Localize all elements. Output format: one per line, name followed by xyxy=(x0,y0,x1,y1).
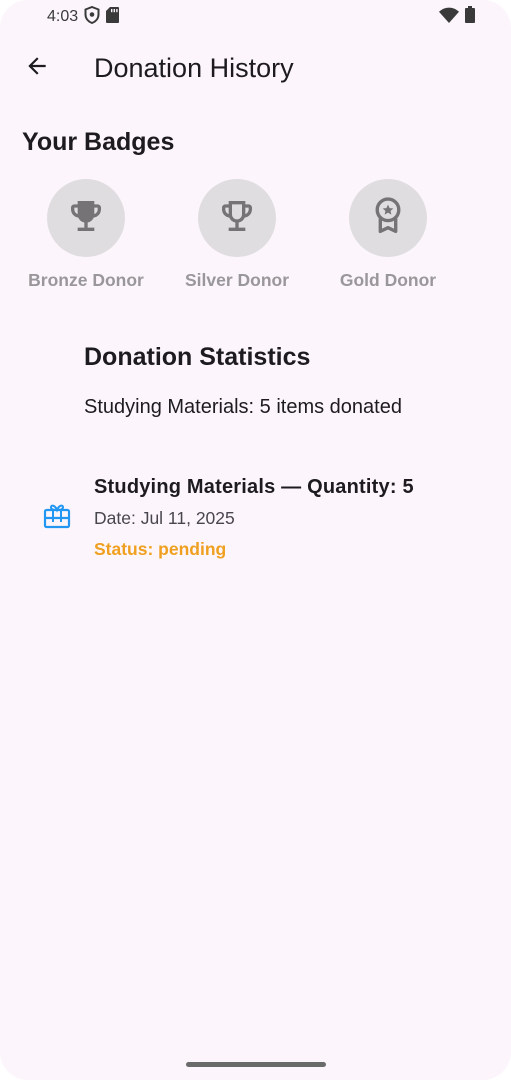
trophy-outline-icon xyxy=(217,196,257,241)
stats-line: Studying Materials: 5 items donated xyxy=(84,396,402,418)
arrow-back-icon xyxy=(24,53,50,84)
donation-status: Status: pending xyxy=(94,539,227,559)
stats-section-title: Donation Statistics xyxy=(84,343,311,371)
page-title: Donation History xyxy=(94,52,294,83)
trophy-icon xyxy=(66,196,106,241)
badge-gold-donor[interactable]: Gold Donor xyxy=(313,179,463,291)
badge-silver-donor[interactable]: Silver Donor xyxy=(162,179,312,291)
battery-icon xyxy=(465,6,475,28)
donation-title: Studying Materials — Quantity: 5 xyxy=(94,476,414,498)
badge-label: Gold Donor xyxy=(339,270,437,290)
app-screen: 4:03 Donation History Your Badges Bronze… xyxy=(0,0,511,1080)
badges-section-title: Your Badges xyxy=(22,128,175,156)
shield-icon xyxy=(84,5,100,29)
donation-date: Date: Jul 11, 2025 xyxy=(94,508,235,528)
badge-label: Silver Donor xyxy=(184,270,290,290)
sd-card-icon xyxy=(106,6,120,28)
back-button[interactable] xyxy=(13,44,61,92)
home-indicator[interactable] xyxy=(186,1062,326,1067)
donation-list-item[interactable]: Studying Materials — Quantity: 5 Date: J… xyxy=(0,468,511,568)
wifi-icon xyxy=(439,7,459,28)
status-bar: 4:03 xyxy=(0,0,511,34)
status-time: 4:03 xyxy=(47,8,79,25)
badge-label: Bronze Donor xyxy=(28,270,144,290)
gift-card-icon xyxy=(43,503,71,534)
award-ribbon-icon xyxy=(369,196,407,241)
app-bar: Donation History xyxy=(0,38,511,98)
badge-bronze-donor[interactable]: Bronze Donor xyxy=(11,179,161,291)
